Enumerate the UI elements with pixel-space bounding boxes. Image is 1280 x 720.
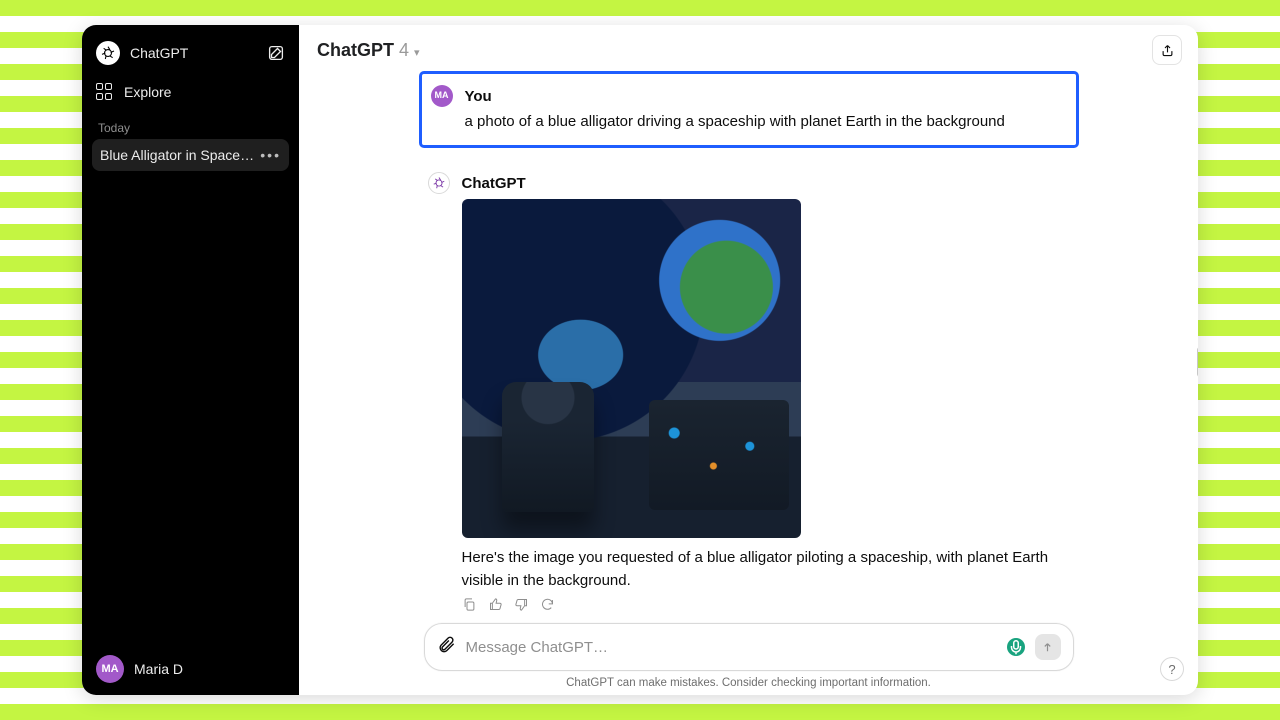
regenerate-icon[interactable] bbox=[540, 596, 556, 612]
sidebar-item-explore[interactable]: Explore bbox=[92, 77, 289, 107]
chevron-down-icon: ▾ bbox=[414, 46, 420, 59]
openai-logo-icon bbox=[96, 41, 120, 65]
disclaimer-text: ChatGPT can make mistakes. Consider chec… bbox=[299, 671, 1198, 693]
chat-item-title: Blue Alligator in Spaceship bbox=[100, 147, 260, 163]
avatar: MA bbox=[96, 655, 124, 683]
model-name: ChatGPT bbox=[317, 40, 394, 61]
attach-icon[interactable] bbox=[437, 635, 456, 659]
thumbs-down-icon[interactable] bbox=[514, 596, 530, 612]
message-assistant: ChatGPT Here's the image you requested o… bbox=[419, 158, 1079, 624]
composer bbox=[424, 623, 1074, 671]
explore-label: Explore bbox=[124, 84, 171, 100]
assistant-message-text: Here's the image you requested of a blue… bbox=[462, 546, 1052, 593]
share-button[interactable] bbox=[1152, 35, 1182, 65]
help-button[interactable]: ? bbox=[1160, 657, 1184, 681]
generated-image[interactable] bbox=[462, 199, 801, 538]
sidebar-header: ChatGPT bbox=[92, 35, 289, 71]
app-logo-row[interactable]: ChatGPT bbox=[96, 41, 188, 65]
sidebar-section-label: Today bbox=[92, 107, 289, 139]
grid-icon bbox=[96, 83, 114, 101]
message-user: MA You a photo of a blue alligator drivi… bbox=[419, 71, 1079, 148]
user-name: Maria D bbox=[134, 661, 183, 677]
message-input[interactable] bbox=[466, 639, 997, 656]
top-bar: ChatGPT 4 ▾ bbox=[299, 25, 1198, 71]
send-button[interactable] bbox=[1035, 634, 1061, 660]
user-avatar-icon: MA bbox=[431, 85, 453, 107]
user-message-text: a photo of a blue alligator driving a sp… bbox=[465, 110, 1049, 133]
new-chat-icon[interactable] bbox=[267, 44, 285, 62]
chat-item-menu-icon[interactable]: ••• bbox=[260, 147, 281, 163]
chatgpt-window: ChatGPT Explore Today Blue Alligator in … bbox=[82, 25, 1198, 695]
model-version: 4 bbox=[399, 40, 409, 61]
conversation-scroll: MA You a photo of a blue alligator drivi… bbox=[299, 71, 1198, 623]
message-feedback-row bbox=[462, 596, 1052, 612]
model-selector[interactable]: ChatGPT 4 ▾ bbox=[317, 40, 420, 61]
main-pane: ChatGPT 4 ▾ MA You a photo of a blue all… bbox=[299, 25, 1198, 695]
composer-area: ChatGPT can make mistakes. Consider chec… bbox=[299, 623, 1198, 695]
share-icon bbox=[1160, 43, 1175, 58]
sidebar-chat-item[interactable]: Blue Alligator in Spaceship ••• bbox=[92, 139, 289, 171]
assistant-avatar-icon bbox=[428, 172, 450, 194]
message-sender-label: ChatGPT bbox=[462, 172, 1052, 195]
thumbs-up-icon[interactable] bbox=[488, 596, 504, 612]
copy-icon[interactable] bbox=[462, 596, 478, 612]
sidebar-user-row[interactable]: MA Maria D bbox=[82, 643, 299, 695]
sidebar-resize-handle[interactable] bbox=[1197, 347, 1198, 377]
message-sender-label: You bbox=[465, 85, 1049, 108]
sidebar: ChatGPT Explore Today Blue Alligator in … bbox=[82, 25, 299, 695]
app-name: ChatGPT bbox=[130, 45, 188, 61]
voice-mode-icon[interactable] bbox=[1007, 638, 1025, 656]
